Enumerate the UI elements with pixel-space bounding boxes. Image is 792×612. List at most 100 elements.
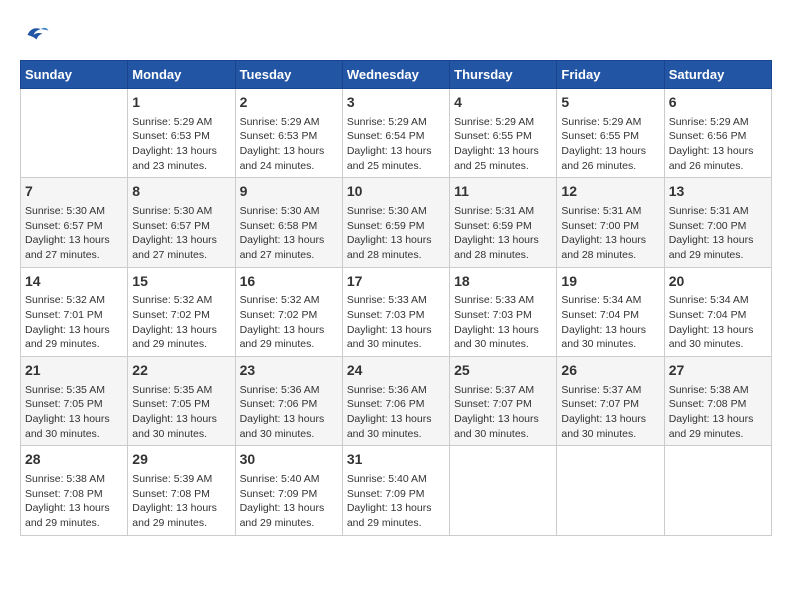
calendar-cell: 17Sunrise: 5:33 AM Sunset: 7:03 PM Dayli… (342, 267, 449, 356)
calendar-cell: 2Sunrise: 5:29 AM Sunset: 6:53 PM Daylig… (235, 89, 342, 178)
day-number: 27 (669, 361, 767, 381)
calendar-table: SundayMondayTuesdayWednesdayThursdayFrid… (20, 60, 772, 536)
day-header-saturday: Saturday (664, 61, 771, 89)
cell-info: Sunrise: 5:40 AM Sunset: 7:09 PM Dayligh… (347, 472, 445, 531)
calendar-cell: 26Sunrise: 5:37 AM Sunset: 7:07 PM Dayli… (557, 357, 664, 446)
calendar-cell: 30Sunrise: 5:40 AM Sunset: 7:09 PM Dayli… (235, 446, 342, 535)
calendar-cell: 5Sunrise: 5:29 AM Sunset: 6:55 PM Daylig… (557, 89, 664, 178)
calendar-cell (450, 446, 557, 535)
cell-info: Sunrise: 5:30 AM Sunset: 6:57 PM Dayligh… (132, 204, 230, 263)
day-number: 29 (132, 450, 230, 470)
day-number: 16 (240, 272, 338, 292)
calendar-cell: 19Sunrise: 5:34 AM Sunset: 7:04 PM Dayli… (557, 267, 664, 356)
cell-info: Sunrise: 5:29 AM Sunset: 6:55 PM Dayligh… (454, 115, 552, 174)
calendar-cell: 13Sunrise: 5:31 AM Sunset: 7:00 PM Dayli… (664, 178, 771, 267)
cell-info: Sunrise: 5:38 AM Sunset: 7:08 PM Dayligh… (25, 472, 123, 531)
day-number: 28 (25, 450, 123, 470)
cell-info: Sunrise: 5:31 AM Sunset: 7:00 PM Dayligh… (561, 204, 659, 263)
cell-info: Sunrise: 5:32 AM Sunset: 7:02 PM Dayligh… (240, 293, 338, 352)
day-header-wednesday: Wednesday (342, 61, 449, 89)
cell-info: Sunrise: 5:29 AM Sunset: 6:56 PM Dayligh… (669, 115, 767, 174)
calendar-cell: 20Sunrise: 5:34 AM Sunset: 7:04 PM Dayli… (664, 267, 771, 356)
calendar-cell: 28Sunrise: 5:38 AM Sunset: 7:08 PM Dayli… (21, 446, 128, 535)
day-number: 11 (454, 182, 552, 202)
cell-info: Sunrise: 5:36 AM Sunset: 7:06 PM Dayligh… (240, 383, 338, 442)
day-number: 19 (561, 272, 659, 292)
day-number: 4 (454, 93, 552, 113)
calendar-week-2: 7Sunrise: 5:30 AM Sunset: 6:57 PM Daylig… (21, 178, 772, 267)
calendar-cell: 23Sunrise: 5:36 AM Sunset: 7:06 PM Dayli… (235, 357, 342, 446)
day-number: 10 (347, 182, 445, 202)
cell-info: Sunrise: 5:29 AM Sunset: 6:54 PM Dayligh… (347, 115, 445, 174)
day-number: 6 (669, 93, 767, 113)
logo (20, 20, 54, 50)
calendar-cell: 25Sunrise: 5:37 AM Sunset: 7:07 PM Dayli… (450, 357, 557, 446)
cell-info: Sunrise: 5:29 AM Sunset: 6:53 PM Dayligh… (240, 115, 338, 174)
day-number: 31 (347, 450, 445, 470)
day-number: 2 (240, 93, 338, 113)
day-header-tuesday: Tuesday (235, 61, 342, 89)
calendar-cell: 9Sunrise: 5:30 AM Sunset: 6:58 PM Daylig… (235, 178, 342, 267)
day-number: 8 (132, 182, 230, 202)
calendar-cell (664, 446, 771, 535)
cell-info: Sunrise: 5:36 AM Sunset: 7:06 PM Dayligh… (347, 383, 445, 442)
day-number: 9 (240, 182, 338, 202)
calendar-cell: 27Sunrise: 5:38 AM Sunset: 7:08 PM Dayli… (664, 357, 771, 446)
calendar-cell: 14Sunrise: 5:32 AM Sunset: 7:01 PM Dayli… (21, 267, 128, 356)
calendar-cell: 12Sunrise: 5:31 AM Sunset: 7:00 PM Dayli… (557, 178, 664, 267)
calendar-cell: 31Sunrise: 5:40 AM Sunset: 7:09 PM Dayli… (342, 446, 449, 535)
cell-info: Sunrise: 5:30 AM Sunset: 6:57 PM Dayligh… (25, 204, 123, 263)
calendar-cell: 18Sunrise: 5:33 AM Sunset: 7:03 PM Dayli… (450, 267, 557, 356)
calendar-cell: 29Sunrise: 5:39 AM Sunset: 7:08 PM Dayli… (128, 446, 235, 535)
day-number: 22 (132, 361, 230, 381)
cell-info: Sunrise: 5:39 AM Sunset: 7:08 PM Dayligh… (132, 472, 230, 531)
calendar-cell: 1Sunrise: 5:29 AM Sunset: 6:53 PM Daylig… (128, 89, 235, 178)
cell-info: Sunrise: 5:37 AM Sunset: 7:07 PM Dayligh… (561, 383, 659, 442)
cell-info: Sunrise: 5:33 AM Sunset: 7:03 PM Dayligh… (454, 293, 552, 352)
day-number: 7 (25, 182, 123, 202)
day-number: 20 (669, 272, 767, 292)
calendar-cell: 7Sunrise: 5:30 AM Sunset: 6:57 PM Daylig… (21, 178, 128, 267)
cell-info: Sunrise: 5:29 AM Sunset: 6:53 PM Dayligh… (132, 115, 230, 174)
cell-info: Sunrise: 5:32 AM Sunset: 7:02 PM Dayligh… (132, 293, 230, 352)
cell-info: Sunrise: 5:30 AM Sunset: 6:58 PM Dayligh… (240, 204, 338, 263)
calendar-cell (557, 446, 664, 535)
calendar-cell: 6Sunrise: 5:29 AM Sunset: 6:56 PM Daylig… (664, 89, 771, 178)
day-number: 26 (561, 361, 659, 381)
calendar-week-3: 14Sunrise: 5:32 AM Sunset: 7:01 PM Dayli… (21, 267, 772, 356)
day-number: 17 (347, 272, 445, 292)
cell-info: Sunrise: 5:38 AM Sunset: 7:08 PM Dayligh… (669, 383, 767, 442)
cell-info: Sunrise: 5:40 AM Sunset: 7:09 PM Dayligh… (240, 472, 338, 531)
day-number: 3 (347, 93, 445, 113)
cell-info: Sunrise: 5:35 AM Sunset: 7:05 PM Dayligh… (132, 383, 230, 442)
day-number: 23 (240, 361, 338, 381)
cell-info: Sunrise: 5:29 AM Sunset: 6:55 PM Dayligh… (561, 115, 659, 174)
cell-info: Sunrise: 5:31 AM Sunset: 7:00 PM Dayligh… (669, 204, 767, 263)
day-number: 30 (240, 450, 338, 470)
calendar-cell: 16Sunrise: 5:32 AM Sunset: 7:02 PM Dayli… (235, 267, 342, 356)
cell-info: Sunrise: 5:34 AM Sunset: 7:04 PM Dayligh… (561, 293, 659, 352)
calendar-week-4: 21 Sunrise: 5:35 AM Sunset: 7:05 PM Dayli… (21, 357, 772, 446)
cell-info: Sunrise: 5:33 AM Sunset: 7:03 PM Dayligh… (347, 293, 445, 352)
day-number: 18 (454, 272, 552, 292)
calendar-week-5: 28Sunrise: 5:38 AM Sunset: 7:08 PM Dayli… (21, 446, 772, 535)
calendar-cell: 4Sunrise: 5:29 AM Sunset: 6:55 PM Daylig… (450, 89, 557, 178)
calendar-week-1: 1Sunrise: 5:29 AM Sunset: 6:53 PM Daylig… (21, 89, 772, 178)
calendar-cell: 11Sunrise: 5:31 AM Sunset: 6:59 PM Dayli… (450, 178, 557, 267)
header (20, 20, 772, 50)
cell-info: Sunrise: 5:32 AM Sunset: 7:01 PM Dayligh… (25, 293, 123, 352)
cell-info: Sunrise: 5:34 AM Sunset: 7:04 PM Dayligh… (669, 293, 767, 352)
day-number: 5 (561, 93, 659, 113)
calendar-cell: 24Sunrise: 5:36 AM Sunset: 7:06 PM Dayli… (342, 357, 449, 446)
calendar-cell: 22Sunrise: 5:35 AM Sunset: 7:05 PM Dayli… (128, 357, 235, 446)
logo-icon (20, 20, 50, 50)
calendar-header-row: SundayMondayTuesdayWednesdayThursdayFrid… (21, 61, 772, 89)
day-number: 21 (25, 361, 123, 381)
calendar-cell (21, 89, 128, 178)
calendar-cell: 3Sunrise: 5:29 AM Sunset: 6:54 PM Daylig… (342, 89, 449, 178)
cell-info: Sunrise: 5:30 AM Sunset: 6:59 PM Dayligh… (347, 204, 445, 263)
calendar-cell: 8Sunrise: 5:30 AM Sunset: 6:57 PM Daylig… (128, 178, 235, 267)
day-number: 15 (132, 272, 230, 292)
calendar-cell: 21Sunrise: 5:35 AM Sunset: 7:05 PM Dayli… (21, 357, 128, 446)
cell-info: Sunrise: 5:37 AM Sunset: 7:07 PM Dayligh… (454, 383, 552, 442)
